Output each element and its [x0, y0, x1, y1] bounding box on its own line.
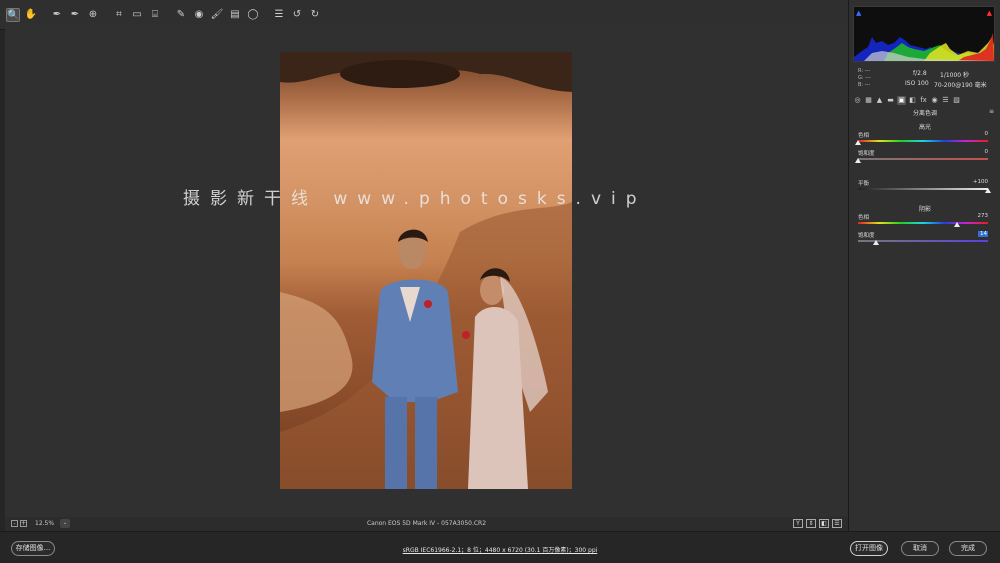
settings-menu-button[interactable]: ☰ [832, 519, 842, 528]
slider-value[interactable]: 0 [978, 149, 989, 155]
graduated-filter-tool-icon[interactable]: ▤ [228, 8, 242, 22]
radial-filter-tool-icon[interactable]: ◯ [246, 8, 260, 22]
rotate-right-tool-icon[interactable]: ↻ [308, 8, 322, 22]
swap-settings-button[interactable]: ⇕ [806, 519, 816, 528]
slider-track[interactable] [858, 188, 988, 190]
tab-hsl-icon[interactable]: ▬ [886, 96, 895, 105]
cancel-button[interactable]: 取消 [901, 541, 939, 556]
slider-label: 平衡 [858, 181, 870, 187]
before-after-toggle-button[interactable]: Y [793, 519, 803, 528]
photo-preview [280, 52, 572, 489]
copy-settings-button[interactable]: ◧ [819, 519, 829, 528]
watermark-text: 摄影新干线 www.photosks.vip [183, 189, 647, 209]
slider-value[interactable]: 14 [978, 231, 988, 237]
slider-track[interactable] [858, 140, 988, 142]
crop-tool-icon[interactable]: ⌗ [112, 8, 126, 22]
view-buttons: Y ⇕ ◧ ☰ [793, 519, 842, 528]
tab-basic-icon[interactable]: ◎ [853, 96, 862, 105]
panel-title: 分离色调 [912, 110, 937, 117]
slider-thumb[interactable] [855, 158, 861, 163]
tab-detail-icon[interactable]: ▲ [875, 96, 884, 105]
toolbar-separator [264, 8, 268, 22]
slider-track[interactable] [858, 222, 988, 224]
shadows-group-title: 阴影 [918, 206, 931, 213]
canvas-status-bar: - + 12.5% ⌄ Canon EOS 5D Mark IV - 057A3… [5, 517, 848, 531]
shadows-saturation-slider[interactable]: 饱和度 14 [858, 231, 988, 249]
histogram: ▲ ▲ [853, 6, 995, 62]
slider-label: 饱和度 [858, 233, 875, 239]
zoom-tool-icon[interactable]: 🔍 [6, 7, 20, 22]
slider-value[interactable]: 0 [978, 131, 989, 137]
slider-value[interactable]: 273 [978, 213, 989, 219]
slider-track[interactable] [858, 158, 988, 160]
aperture: f/2.8 [913, 70, 927, 77]
adjustment-brush-tool-icon[interactable]: 🖌 [210, 8, 224, 22]
slider-label: 饱和度 [858, 151, 875, 157]
red-value: R: --- [858, 68, 871, 74]
white-balance-tool-icon[interactable]: ✒ [50, 8, 64, 22]
lens-focal: 70-200@190 毫米 [934, 82, 987, 89]
shadows-hue-slider[interactable]: 色相 273 [858, 213, 988, 231]
preferences-tool-icon[interactable]: ☰ [272, 8, 286, 22]
camera-filename: Canon EOS 5D Mark IV - 057A3050.CR2 [366, 520, 487, 527]
photo-illustration [280, 52, 572, 489]
slider-label: 色相 [858, 215, 870, 221]
hand-tool-icon[interactable]: ✋ [24, 8, 38, 22]
tab-tone-curve-icon[interactable]: ▦ [864, 96, 873, 105]
green-value: G: --- [858, 75, 871, 81]
straighten-tool-icon[interactable]: ▭ [130, 8, 144, 22]
done-button[interactable]: 完成 [949, 541, 987, 556]
slider-thumb[interactable] [855, 140, 861, 145]
targeted-adjustment-tool-icon[interactable]: ⊕ [86, 8, 100, 22]
shutter-speed: 1/1000 秒 [940, 72, 970, 79]
open-image-button[interactable]: 打开图像 [850, 541, 888, 556]
tab-split-toning-icon[interactable]: ▣ [897, 96, 906, 105]
toolbar-separator [166, 8, 170, 22]
balance-slider[interactable]: 平衡 +100 [858, 179, 991, 197]
iso: ISO 100 [905, 80, 929, 87]
transform-tool-icon[interactable]: ⌸ [148, 8, 162, 22]
tab-lens-icon[interactable]: ◧ [908, 96, 917, 105]
slider-value[interactable]: +100 [973, 179, 988, 185]
rotate-left-tool-icon[interactable]: ↺ [290, 8, 304, 22]
tab-effects-icon[interactable]: fx [919, 96, 928, 105]
toolbar-separator [42, 8, 46, 22]
slider-label: 色相 [858, 133, 870, 139]
adjustments-panel: ▲ ▲ R: --- G: --- B: --- f/2.8 1/1000 秒 … [848, 0, 1000, 531]
tab-presets-icon[interactable]: ☰ [941, 96, 950, 105]
histogram-graph [854, 33, 994, 61]
panel-tabs: ◎ ▦ ▲ ▬ ▣ ◧ fx ◉ ☰ ▧ [853, 96, 997, 106]
highlights-group-title: 高光 [918, 124, 931, 131]
red-eye-tool-icon[interactable]: ◉ [192, 8, 206, 22]
toolbar-separator [104, 8, 108, 22]
slider-thumb[interactable] [985, 188, 991, 193]
blue-value: B: --- [858, 82, 871, 88]
tab-camera-calibration-icon[interactable]: ◉ [930, 96, 939, 105]
tab-snapshots-icon[interactable]: ▧ [952, 96, 961, 105]
highlights-saturation-slider[interactable]: 饱和度 0 [855, 149, 989, 167]
image-canvas[interactable] [5, 25, 848, 517]
panel-menu-icon[interactable]: ≡ [989, 108, 994, 115]
pixel-readout: R: --- G: --- B: --- f/2.8 1/1000 秒 ISO … [858, 68, 988, 90]
slider-thumb[interactable] [953, 222, 960, 227]
slider-thumb[interactable] [873, 240, 880, 245]
footer-bar: 存储图像... sRGB IEC61966-2.1；8 位；4480 x 672… [0, 531, 1000, 563]
highlights-hue-slider[interactable]: 色相 0 [855, 131, 989, 149]
spot-removal-tool-icon[interactable]: ✎ [174, 8, 188, 22]
camera-raw-window: 🔍✋✒✒⊕⌗▭⌸✎◉🖌▤◯☰↺↻ ⇥ [0, 0, 1000, 563]
color-sampler-tool-icon[interactable]: ✒ [68, 8, 82, 22]
